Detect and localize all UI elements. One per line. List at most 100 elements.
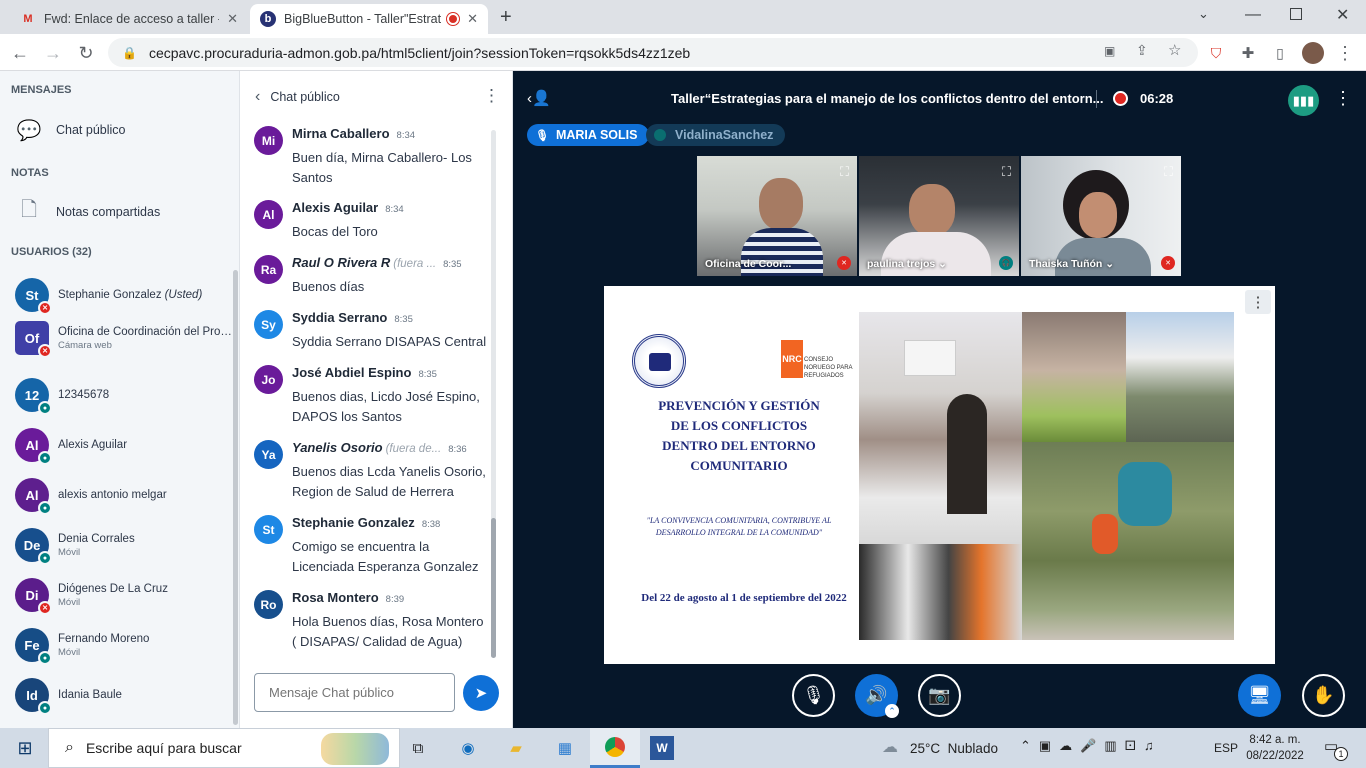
chrome-taskbar-button[interactable] [590, 728, 640, 768]
user-list-item[interactable]: Fe ● Fernando Moreno Móvil [15, 623, 233, 667]
video-tile-oficina[interactable]: ⛶ Oficina de Coor... ✕ [697, 156, 857, 276]
search-highlight-illustration [321, 733, 389, 765]
presentation-options-icon[interactable]: ⋮ [1245, 290, 1271, 314]
new-tab-button[interactable]: + [500, 6, 512, 29]
photo-meeting-room [859, 312, 1022, 544]
user-list-item[interactable]: St ✕ Stephanie Gonzalez (Usted) [15, 273, 233, 317]
fullscreen-icon[interactable]: ⛶ [840, 164, 849, 180]
fullscreen-icon[interactable]: ⛶ [1164, 164, 1173, 180]
profile-avatar[interactable] [1302, 42, 1324, 64]
minimize-icon[interactable]: — [1245, 6, 1261, 24]
public-chat-item[interactable]: 💬 Chat público [14, 117, 126, 143]
chat-message: Sy Syddia Serrano 8:35 Syddia Serrano DISAP… [254, 310, 489, 365]
microphone-muted-dot-icon [654, 129, 666, 141]
chat-scrollbar-thumb[interactable] [491, 518, 496, 658]
avatar-initials: 12 [24, 387, 40, 403]
avatar-initials: Of [24, 330, 40, 346]
close-tab-icon[interactable]: ✕ [227, 11, 238, 27]
fullscreen-icon[interactable]: ⛶ [1002, 164, 1011, 180]
forward-icon[interactable]: → [40, 40, 66, 66]
options-menu-icon[interactable]: ⋮ [1334, 88, 1352, 109]
side-panel-icon[interactable]: ▯ [1267, 40, 1293, 66]
recording-icon[interactable] [1113, 91, 1128, 106]
messages-section-title: MENSAJES [11, 84, 72, 96]
chat-header[interactable]: ‹ Chat público [255, 88, 340, 106]
you-label: (Usted) [164, 289, 203, 301]
microsoft-store-icon[interactable]: ▦ [552, 736, 578, 760]
user-avatar: De ● [15, 528, 52, 565]
user-list-item[interactable]: 12 ● 12345678 [15, 373, 233, 417]
video-tile-paulina[interactable]: ⛶ paulina trejos ⌄ 🎧 [859, 156, 1019, 276]
slide-quote: "LA CONVIVENCIA COMUNITARIA, CONTRIBUYE … [646, 516, 832, 537]
task-view-icon[interactable]: ⧉ [405, 736, 431, 760]
user-avatar: Al ● [15, 428, 52, 465]
chevron-up-icon[interactable]: ⌃ [885, 704, 899, 718]
message-header: José Abdiel Espino 8:35 [292, 365, 482, 380]
shared-notes-item[interactable]: 🗋 Notas compartidas [14, 199, 160, 225]
taskbar-search-box[interactable]: ⌕ Escribe aquí para buscar [48, 728, 400, 768]
browser-menu-icon[interactable]: ⋮ [1332, 40, 1358, 66]
message-time: 8:38 [421, 519, 441, 530]
user-device-label: Móvil [58, 596, 81, 608]
user-list-item[interactable]: Di ✕ Diógenes De La Cruz Móvil [15, 573, 233, 617]
listen-only-badge-icon: ● [38, 701, 52, 715]
chat-message: Ra Raul O Rivera R (fuera ... 8:35 Buenos dí… [254, 255, 489, 310]
talking-indicator-maria[interactable]: 🎙 MARIA SOLIS [527, 124, 650, 146]
address-bar[interactable]: 🔒 cecpavc.procuraduria-admon.gob.pa/html… [108, 38, 1198, 67]
back-icon[interactable]: ← [7, 40, 33, 66]
extension-icon[interactable]: ⛉ [1203, 40, 1229, 66]
audio-button[interactable]: 🔊 ⌃ [855, 674, 899, 718]
user-list-item[interactable]: Id ● Idania Baule [15, 673, 233, 717]
message-author: Syddia Serrano [292, 310, 388, 325]
extensions-puzzle-icon[interactable]: ✚ [1235, 40, 1261, 66]
word-icon[interactable]: W [650, 736, 674, 760]
public-chat-label: Chat público [56, 123, 126, 137]
close-window-icon[interactable]: ✕ [1336, 5, 1349, 25]
share-webcam-button[interactable]: 📷 [918, 674, 961, 717]
message-text: Comigo se encuentra la Licenciada Espera… [292, 539, 479, 574]
chevron-left-icon[interactable]: ‹ [255, 88, 260, 106]
user-list-item[interactable]: Al ● Alexis Aguilar [15, 423, 233, 467]
user-list-scrollbar[interactable] [233, 270, 238, 725]
message-avatar: Al [254, 200, 283, 229]
toggle-presentation-button[interactable]: 🖥 [1238, 674, 1281, 717]
browser-tab-bigbluebutton[interactable]: b BigBlueButton - Taller"Estrate ✕ [250, 4, 488, 34]
raise-hand-button[interactable]: ✋ [1302, 674, 1345, 717]
clock-time: 8:42 a. m. [1249, 734, 1301, 746]
chat-message: Jo José Abdiel Espino 8:35 Buenos dias, Lic… [254, 365, 489, 440]
user-list-item[interactable]: De ● Denia Corrales Móvil [15, 523, 233, 567]
site-settings-icon[interactable]: ▣ [1104, 44, 1115, 58]
close-tab-icon[interactable]: ✕ [467, 11, 478, 27]
toggle-user-list-icon[interactable]: ‹👤 [527, 89, 551, 107]
connection-status-icon[interactable]: ▮▮▮ [1288, 85, 1319, 116]
send-message-button[interactable]: ➤ [463, 675, 499, 711]
input-language[interactable]: ESP [1214, 741, 1238, 755]
bookmark-star-icon[interactable]: ☆ [1168, 41, 1181, 59]
user-list-item[interactable]: Al ● alexis antonio melgar [15, 473, 233, 517]
windows-start-icon[interactable]: ⊞ [12, 736, 38, 760]
talking-indicator-vidalina[interactable]: VidalinaSanchez [646, 124, 786, 146]
system-tray-icons[interactable]: ⌃▣☁🎤▥⚀♫ [1020, 738, 1162, 754]
weather-text[interactable]: 25°C Nublado [910, 741, 998, 756]
edge-browser-icon[interactable]: ◉ [455, 736, 481, 760]
maximize-icon[interactable] [1290, 8, 1302, 20]
file-explorer-icon[interactable]: ▰ [503, 736, 529, 760]
tab-search-icon[interactable]: ⌄ [1198, 6, 1209, 22]
message-time: 8:39 [385, 594, 405, 605]
chat-message-input[interactable] [254, 673, 455, 712]
message-author: Mirna Caballero [292, 126, 390, 141]
browser-tab-gmail[interactable]: M Fwd: Enlace de acceso a taller - t ✕ [10, 4, 248, 34]
video-tile-thaiska[interactable]: ⛶ Thaiska Tuñón ⌄ ✕ [1021, 156, 1181, 276]
chat-message: St Stephanie Gonzalez 8:38 Comigo se encuen… [254, 515, 489, 590]
chat-options-icon[interactable]: ⋮ [483, 86, 500, 106]
reload-icon[interactable]: ↻ [73, 40, 99, 66]
share-icon[interactable]: ⇪ [1136, 42, 1148, 59]
taskbar-clock[interactable]: 8:42 a. m. 08/22/2022 [1245, 732, 1305, 764]
user-avatar: Id ● [15, 678, 52, 715]
unmute-button[interactable]: 🎙 [792, 674, 835, 717]
avatar-initials: Di [25, 587, 39, 603]
user-info: 12345678 [58, 389, 109, 401]
user-list-item[interactable]: Of ✕ Oficina de Coordinación del Progr... C… [15, 316, 233, 360]
avatar-initials: Al [25, 487, 39, 503]
tab-title: Fwd: Enlace de acceso a taller - t [44, 12, 220, 26]
